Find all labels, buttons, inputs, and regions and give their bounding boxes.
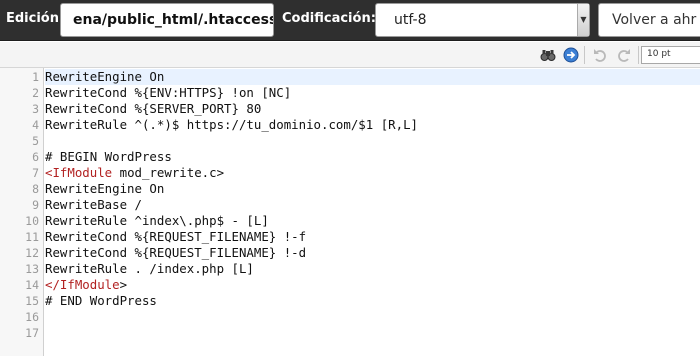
line-number: 16 [25,310,39,324]
line-number: 8 [32,182,39,196]
code-line: # BEGIN WordPress [45,149,172,164]
code-line: RewriteRule ^index\.php$ - [L] [45,213,269,228]
goto-line-icon[interactable] [563,47,579,63]
line-number: 13 [25,262,39,276]
line-number: 17 [25,326,39,340]
editor-toolbar: 10 pt [0,42,700,68]
code-line: RewriteEngine On [45,181,165,196]
undo-icon[interactable] [592,47,608,63]
file-path-field[interactable]: ena/public_html/.htaccess [60,3,274,37]
code-line: RewriteEngine On [45,69,700,85]
code-line: RewriteRule . /index.php [L] [45,261,254,276]
code-editor[interactable]: 1 RewriteEngine On 2 RewriteCond %{ENV:HTTP… [0,68,700,356]
line-number: 6 [32,150,39,164]
code-line: RewriteCond %{REQUEST_FILENAME} !-d [45,245,307,260]
code-line: RewriteCond %{SERVER_PORT} 80 [45,101,262,116]
encoding-label: Codificación: [282,11,376,26]
toolbar-separator [638,46,639,64]
edit-label: Edición: [6,11,65,26]
back-button[interactable]: Volver a ahr [598,3,700,37]
code-line: RewriteRule ^(.*)$ https://tu_dominio.co… [45,117,418,132]
code-line: RewriteCond %{REQUEST_FILENAME} !-f [45,229,307,244]
line-number: 3 [32,102,39,116]
encoding-value: utf-8 [394,12,427,28]
code-line: <IfModule mod_rewrite.c> [45,165,225,180]
line-number: 14 [25,278,39,292]
search-icon[interactable] [540,47,556,63]
line-number: 1 [32,70,39,84]
code-line: </IfModule> [45,277,128,292]
line-number: 12 [25,246,39,260]
code-line: RewriteCond %{ENV:HTTPS} !on [NC] [45,85,292,100]
redo-icon[interactable] [616,47,632,63]
line-number: 11 [25,230,39,244]
line-number: 10 [25,214,39,228]
line-number: 7 [32,166,39,180]
code-line: # END WordPress [45,293,157,308]
editor-header-bar: Edición: ena/public_html/.htaccess Codif… [0,0,700,41]
line-number: 4 [32,118,39,132]
line-number: 15 [25,294,39,308]
line-number: 9 [32,198,39,212]
code-line: RewriteBase / [45,197,142,212]
toolbar-separator [584,46,585,64]
line-number: 5 [32,134,39,148]
line-number: 2 [32,86,39,100]
font-size-select[interactable]: 10 pt [641,46,700,64]
encoding-select[interactable]: utf-8 ▼ [375,3,590,37]
chevron-down-icon[interactable]: ▼ [577,4,589,36]
